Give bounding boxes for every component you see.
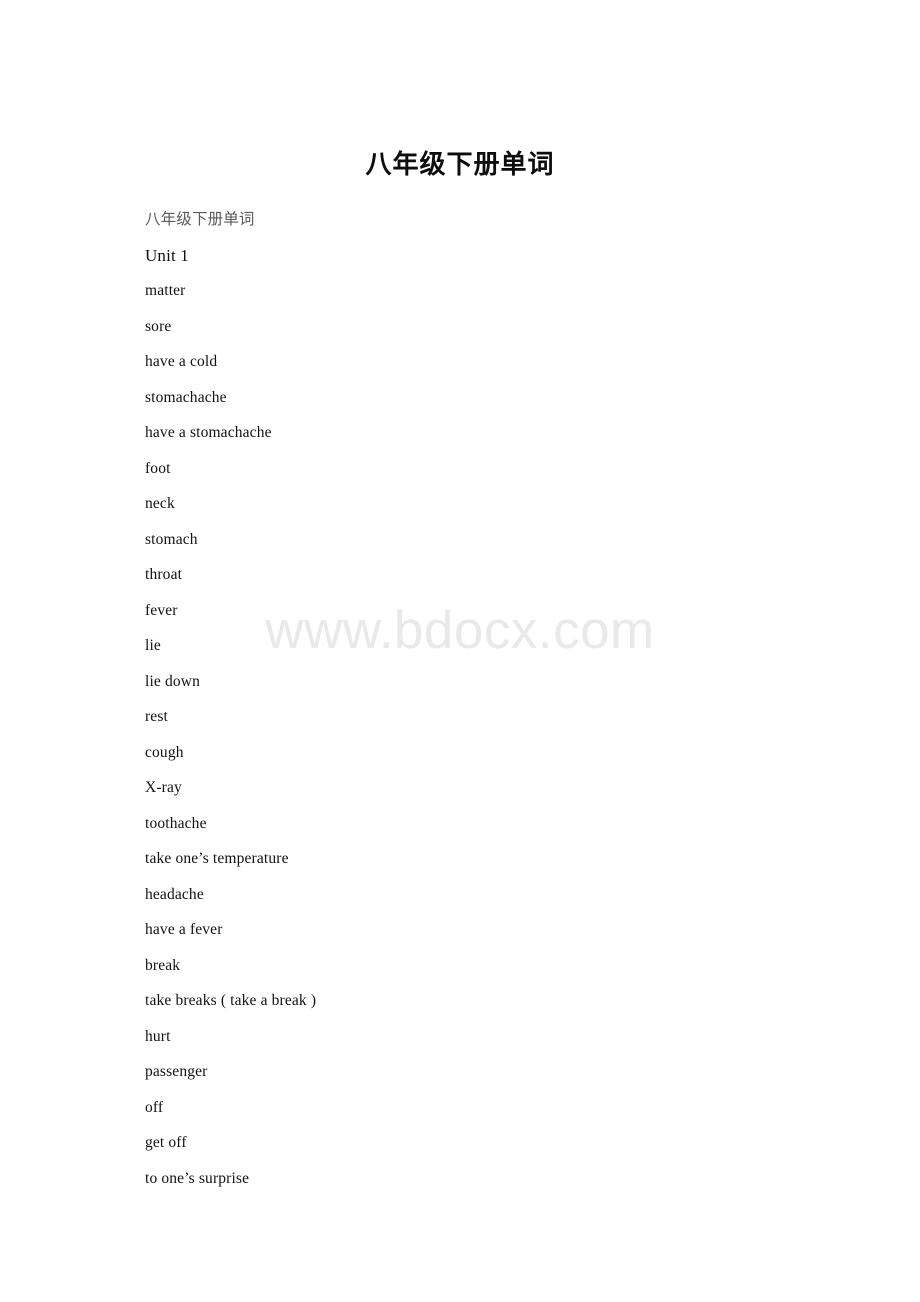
vocabulary-line: break [145, 956, 181, 974]
vocabulary-line: to one’s surprise [145, 1169, 250, 1187]
vocabulary-line: 八年级下册单词 [145, 211, 255, 228]
vocabulary-line: passenger [145, 1063, 208, 1080]
vocabulary-line: fever [145, 601, 178, 619]
vocabulary-line: headache [145, 885, 204, 903]
vocabulary-line: throat [145, 566, 183, 583]
page-title: 八年级下册单词 [365, 150, 555, 179]
vocabulary-line: stomach [145, 530, 198, 548]
vocabulary-line: hurt [145, 1027, 171, 1045]
vocabulary-line: off [145, 1098, 164, 1116]
vocabulary-line: have a fever [145, 921, 223, 938]
vocabulary-line: neck [145, 495, 175, 512]
document-page: www.bdocx.com 八年级下册单词 八年级下册单词 Unit 1 matte… [0, 0, 920, 1302]
vocabulary-line: have a cold [145, 353, 218, 370]
vocabulary-line: Unit 1 [145, 245, 189, 265]
vocabulary-line: take breaks ( take a break ) [145, 992, 317, 1009]
vocabulary-line: cough [145, 743, 184, 761]
vocabulary-line: get off [145, 1134, 187, 1151]
vocabulary-line: sore [145, 317, 172, 335]
vocabulary-line: foot [145, 459, 171, 477]
vocabulary-line: lie down [145, 672, 201, 690]
vocabulary-line: X-ray [145, 779, 182, 796]
vocabulary-line: toothache [145, 814, 207, 832]
vocabulary-line: lie [145, 637, 161, 654]
vocabulary-line: take one’s temperature [145, 850, 289, 867]
vocabulary-list: 八年级下册单词 Unit 1 matter sore have a cold stomac… [145, 202, 845, 1196]
vocabulary-line: have a stomachache [145, 424, 272, 441]
vocabulary-line: rest [145, 708, 168, 725]
vocabulary-line: stomachache [145, 388, 227, 406]
vocabulary-line: matter [145, 282, 186, 299]
